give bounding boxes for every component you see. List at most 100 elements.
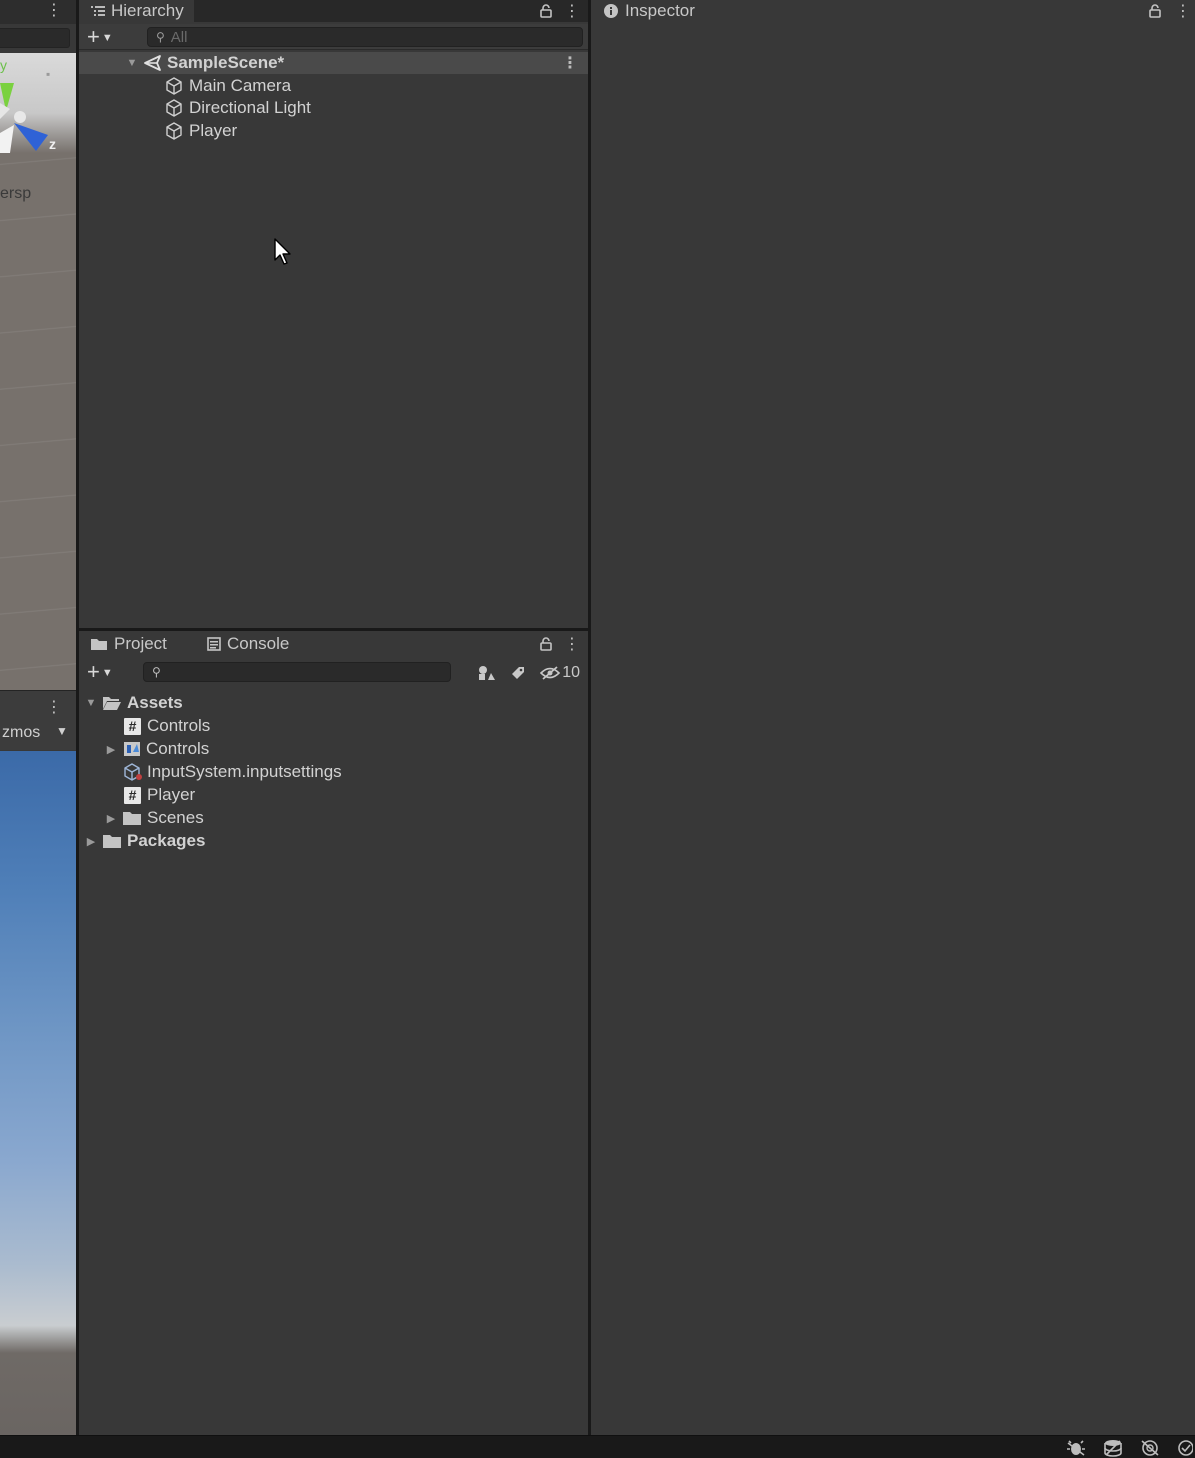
- chevron-down-icon: ▼: [56, 724, 68, 738]
- gameobject-cube-icon: [164, 76, 184, 96]
- more-options-icon[interactable]: ⋮: [562, 53, 578, 73]
- csharp-script-icon: #: [124, 717, 141, 735]
- console-icon: [207, 637, 221, 651]
- info-icon: [604, 4, 618, 18]
- tab-hierarchy[interactable]: Hierarchy: [79, 0, 194, 22]
- project-item-packages[interactable]: ▶ Packages: [79, 830, 588, 852]
- folder-icon: [103, 835, 121, 848]
- folder-icon: [91, 639, 107, 650]
- hierarchy-item-main-camera[interactable]: Main Camera: [79, 75, 588, 97]
- search-input[interactable]: [170, 28, 582, 46]
- inspector-tabbar: Inspector ⋮: [591, 0, 1195, 22]
- more-options-icon[interactable]: ⋮: [46, 697, 62, 717]
- more-options-icon[interactable]: ⋮: [564, 634, 580, 654]
- projection-label[interactable]: ersp: [0, 185, 31, 203]
- tab-console[interactable]: Console: [197, 631, 300, 657]
- input-actions-icon: [124, 742, 140, 756]
- hidden-packages-toggle[interactable]: 10: [540, 664, 580, 682]
- search-icon: ⚲: [156, 30, 165, 44]
- lock-icon[interactable]: [1149, 4, 1161, 18]
- scene-search-field[interactable]: [0, 28, 70, 48]
- chevron-down-icon: ▼: [101, 31, 113, 44]
- label-tag-icon[interactable]: [510, 665, 526, 681]
- item-label: Controls: [147, 716, 211, 735]
- chevron-down-icon: ▼: [101, 666, 113, 679]
- item-label: Player: [189, 121, 238, 140]
- search-icon: ⚲: [152, 665, 161, 679]
- input-settings-icon: [124, 763, 142, 781]
- network-off-icon[interactable]: [1140, 1439, 1160, 1457]
- project-panel: Project Console ⋮ + ▼ ⚲ 10 ▼ Assets # Co…: [79, 631, 588, 1435]
- inspector-panel: Inspector ⋮: [591, 0, 1195, 1435]
- item-label: Scenes: [147, 808, 204, 827]
- mouse-cursor-icon: [274, 238, 291, 265]
- hierarchy-list-icon: [91, 6, 105, 16]
- scene-name: SampleScene*: [167, 53, 285, 72]
- orientation-gizmo[interactable]: y ▪ z: [0, 53, 76, 153]
- plus-icon: +: [87, 659, 100, 684]
- search-by-type-icon[interactable]: [478, 665, 496, 681]
- hierarchy-search[interactable]: ⚲: [147, 27, 583, 47]
- check-circle-icon[interactable]: [1177, 1439, 1193, 1457]
- scene-view-panel[interactable]: ⋮ y ▪ z ersp ⋮ zmos ▼: [0, 0, 76, 1435]
- item-label: InputSystem.inputsettings: [147, 762, 342, 781]
- folder-icon: [123, 812, 141, 825]
- eye-slash-icon: [540, 666, 561, 680]
- gameobject-cube-icon: [164, 121, 184, 141]
- item-label: Controls: [146, 739, 210, 758]
- gameobject-cube-icon: [164, 98, 184, 118]
- expand-arrow-icon[interactable]: ▼: [84, 697, 98, 709]
- hierarchy-toolbar: + ▼ ⚲: [79, 24, 588, 50]
- tab-inspector[interactable]: Inspector: [591, 0, 705, 22]
- project-search[interactable]: ⚲: [143, 662, 451, 682]
- more-options-icon[interactable]: ⋮: [564, 1, 580, 21]
- create-button[interactable]: + ▼: [87, 661, 113, 683]
- item-label: Main Camera: [189, 76, 292, 95]
- project-item-player-script[interactable]: # Player: [79, 784, 588, 806]
- tab-label: Console: [227, 634, 290, 653]
- project-item-controls-script[interactable]: # Controls: [79, 715, 588, 737]
- project-item-controls-input-actions[interactable]: ▶ Controls: [79, 738, 588, 760]
- project-item-scenes[interactable]: ▶ Scenes: [79, 807, 588, 829]
- more-options-icon[interactable]: ⋮: [46, 0, 62, 20]
- tab-label: Project: [114, 634, 167, 653]
- lock-icon[interactable]: [540, 637, 552, 651]
- hierarchy-tabbar: Hierarchy ⋮: [79, 0, 588, 22]
- project-toolbar: + ▼ ⚲ 10: [79, 659, 588, 685]
- lock-icon[interactable]: [540, 4, 552, 18]
- hidden-count: 10: [562, 664, 580, 681]
- game-viewport[interactable]: [0, 751, 76, 1435]
- expand-arrow-icon[interactable]: ▶: [84, 835, 98, 848]
- create-button[interactable]: + ▼: [87, 26, 113, 48]
- project-item-assets[interactable]: ▼ Assets: [79, 692, 588, 714]
- search-input[interactable]: [166, 663, 450, 681]
- item-label: Player: [147, 785, 196, 804]
- expand-arrow-icon[interactable]: ▶: [104, 743, 118, 756]
- folder-open-icon: [103, 697, 121, 710]
- status-bar: [0, 1435, 1195, 1458]
- gizmos-dropdown[interactable]: zmos ▼: [2, 724, 68, 742]
- tab-label: Hierarchy: [111, 1, 184, 20]
- debug-bug-icon[interactable]: [1066, 1439, 1086, 1457]
- item-label: Assets: [127, 693, 183, 712]
- gizmos-label: zmos: [2, 724, 41, 741]
- plus-icon: +: [87, 24, 100, 49]
- project-item-inputsystem-settings[interactable]: InputSystem.inputsettings: [79, 761, 588, 783]
- project-tabbar: Project Console ⋮: [79, 631, 588, 657]
- hierarchy-item-directional-light[interactable]: Directional Light: [79, 97, 588, 119]
- item-label: Packages: [127, 831, 206, 850]
- tab-label: Inspector: [625, 1, 695, 20]
- csharp-script-icon: #: [124, 786, 141, 804]
- hierarchy-panel: Hierarchy ⋮ +▼ ⚲ ▼ SampleScene* ⋮ Main C…: [79, 0, 588, 628]
- axis-gizmo-icon: [0, 83, 48, 153]
- more-options-icon[interactable]: ⋮: [1175, 1, 1191, 21]
- tab-project[interactable]: Project: [79, 631, 177, 657]
- cache-server-icon[interactable]: [1103, 1439, 1123, 1457]
- gizmo-z-label: z: [49, 136, 56, 152]
- expand-arrow-icon[interactable]: ▼: [125, 57, 139, 69]
- scene-toolbar: ⋮: [0, 0, 76, 24]
- scene-row[interactable]: ▼ SampleScene* ⋮: [79, 52, 588, 74]
- unity-scene-icon: [144, 55, 161, 71]
- expand-arrow-icon[interactable]: ▶: [104, 812, 118, 825]
- hierarchy-item-player[interactable]: Player: [79, 120, 588, 142]
